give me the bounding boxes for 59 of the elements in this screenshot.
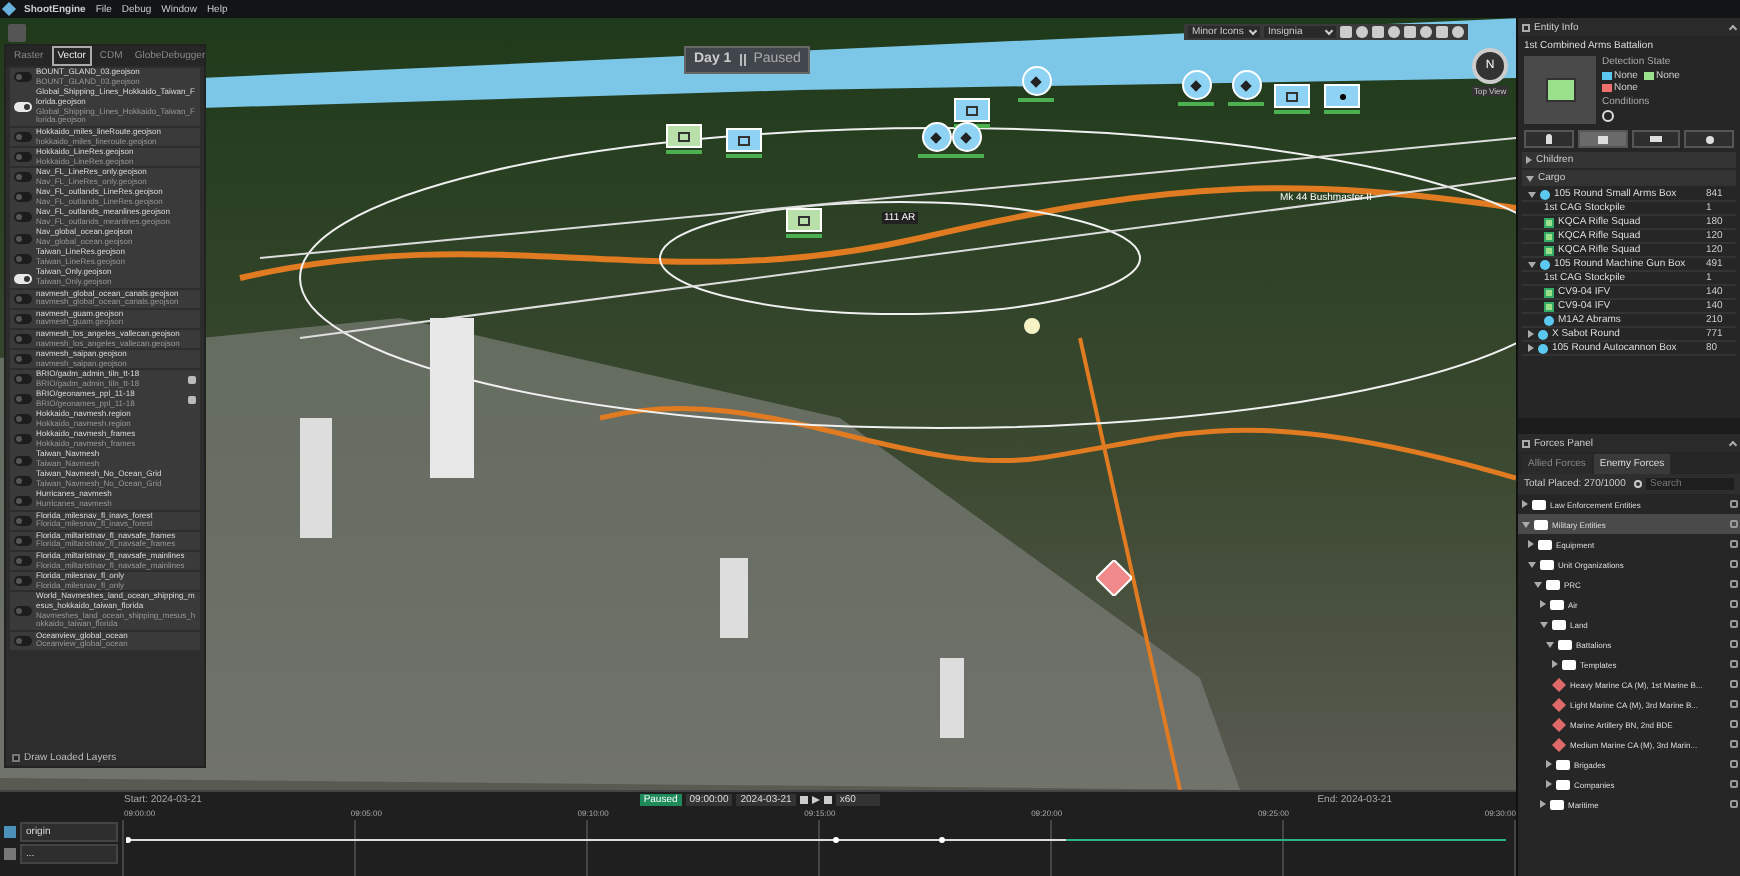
entity-tab[interactable] — [1631, 130, 1681, 148]
layer-toggle[interactable] — [14, 434, 32, 445]
pause-icon — [739, 54, 746, 66]
layer-toggle[interactable] — [14, 515, 32, 526]
unit-marker-icon[interactable] — [1274, 84, 1310, 114]
layer-toggle[interactable] — [14, 606, 32, 617]
unit-marker-icon[interactable] — [948, 122, 984, 158]
layer-toggle[interactable] — [14, 495, 32, 506]
layer-toggle[interactable] — [14, 334, 32, 345]
layer-toggle[interactable] — [14, 152, 32, 163]
round-unit-icon — [1540, 259, 1550, 269]
expand-arrow-icon[interactable] — [1526, 156, 1532, 164]
layer-toggle[interactable] — [14, 132, 32, 143]
unit-marker-icon[interactable] — [726, 128, 762, 158]
layer-toggle[interactable] — [14, 576, 32, 587]
unit-marker-icon[interactable] — [786, 208, 822, 238]
layer-toggle[interactable] — [14, 233, 32, 244]
round-unit-icon — [1540, 189, 1550, 199]
layer-toggle[interactable] — [14, 556, 32, 567]
layer-toggle[interactable] — [14, 394, 32, 405]
layer-toggle[interactable] — [14, 354, 32, 365]
search-icon — [1634, 480, 1642, 488]
app-logo-icon — [1, 1, 17, 17]
unit-marker-icon[interactable] — [954, 98, 990, 128]
layer-toggle[interactable] — [14, 212, 32, 223]
track-icon[interactable] — [4, 826, 16, 838]
entity-tab[interactable] — [1577, 130, 1627, 148]
entity-tab[interactable] — [1524, 130, 1574, 148]
layer-toggle[interactable] — [14, 102, 32, 113]
panel-icon — [1522, 23, 1530, 31]
condition-icon — [1602, 110, 1614, 122]
unit-marker-icon[interactable] — [1018, 66, 1054, 102]
layer-toggle[interactable] — [14, 455, 32, 466]
layer-toggle[interactable] — [14, 414, 32, 425]
layer-toggle[interactable] — [14, 192, 32, 203]
layer-toggle[interactable] — [14, 374, 32, 385]
expand-arrow-icon[interactable] — [1526, 175, 1534, 181]
layer-toggle[interactable] — [14, 293, 32, 304]
checkbox[interactable] — [12, 754, 20, 762]
collapse-icon[interactable] — [1728, 24, 1738, 34]
entity-tab[interactable] — [1684, 130, 1734, 148]
unit-marker-icon[interactable] — [666, 124, 702, 154]
track-icon[interactable] — [4, 848, 16, 860]
layer-toggle[interactable] — [14, 273, 32, 284]
enemy-unit-marker-icon[interactable] — [1096, 560, 1132, 596]
layer-toggle[interactable] — [14, 535, 32, 546]
unit-marker-icon[interactable] — [1178, 70, 1214, 106]
panel-icon — [1522, 439, 1530, 447]
collapse-icon[interactable] — [1728, 440, 1738, 450]
layer-toggle[interactable] — [14, 172, 32, 183]
layer-toggle[interactable] — [14, 313, 32, 324]
layer-toggle[interactable] — [14, 635, 32, 646]
layer-toggle[interactable] — [14, 253, 32, 264]
layer-toggle[interactable] — [14, 72, 32, 83]
layer-toggle[interactable] — [14, 475, 32, 486]
unit-marker-icon[interactable] — [1228, 70, 1264, 106]
unit-symbol-icon — [1545, 78, 1575, 102]
unit-marker-icon[interactable] — [1324, 84, 1360, 114]
unit-marker-icon[interactable] — [918, 122, 954, 158]
